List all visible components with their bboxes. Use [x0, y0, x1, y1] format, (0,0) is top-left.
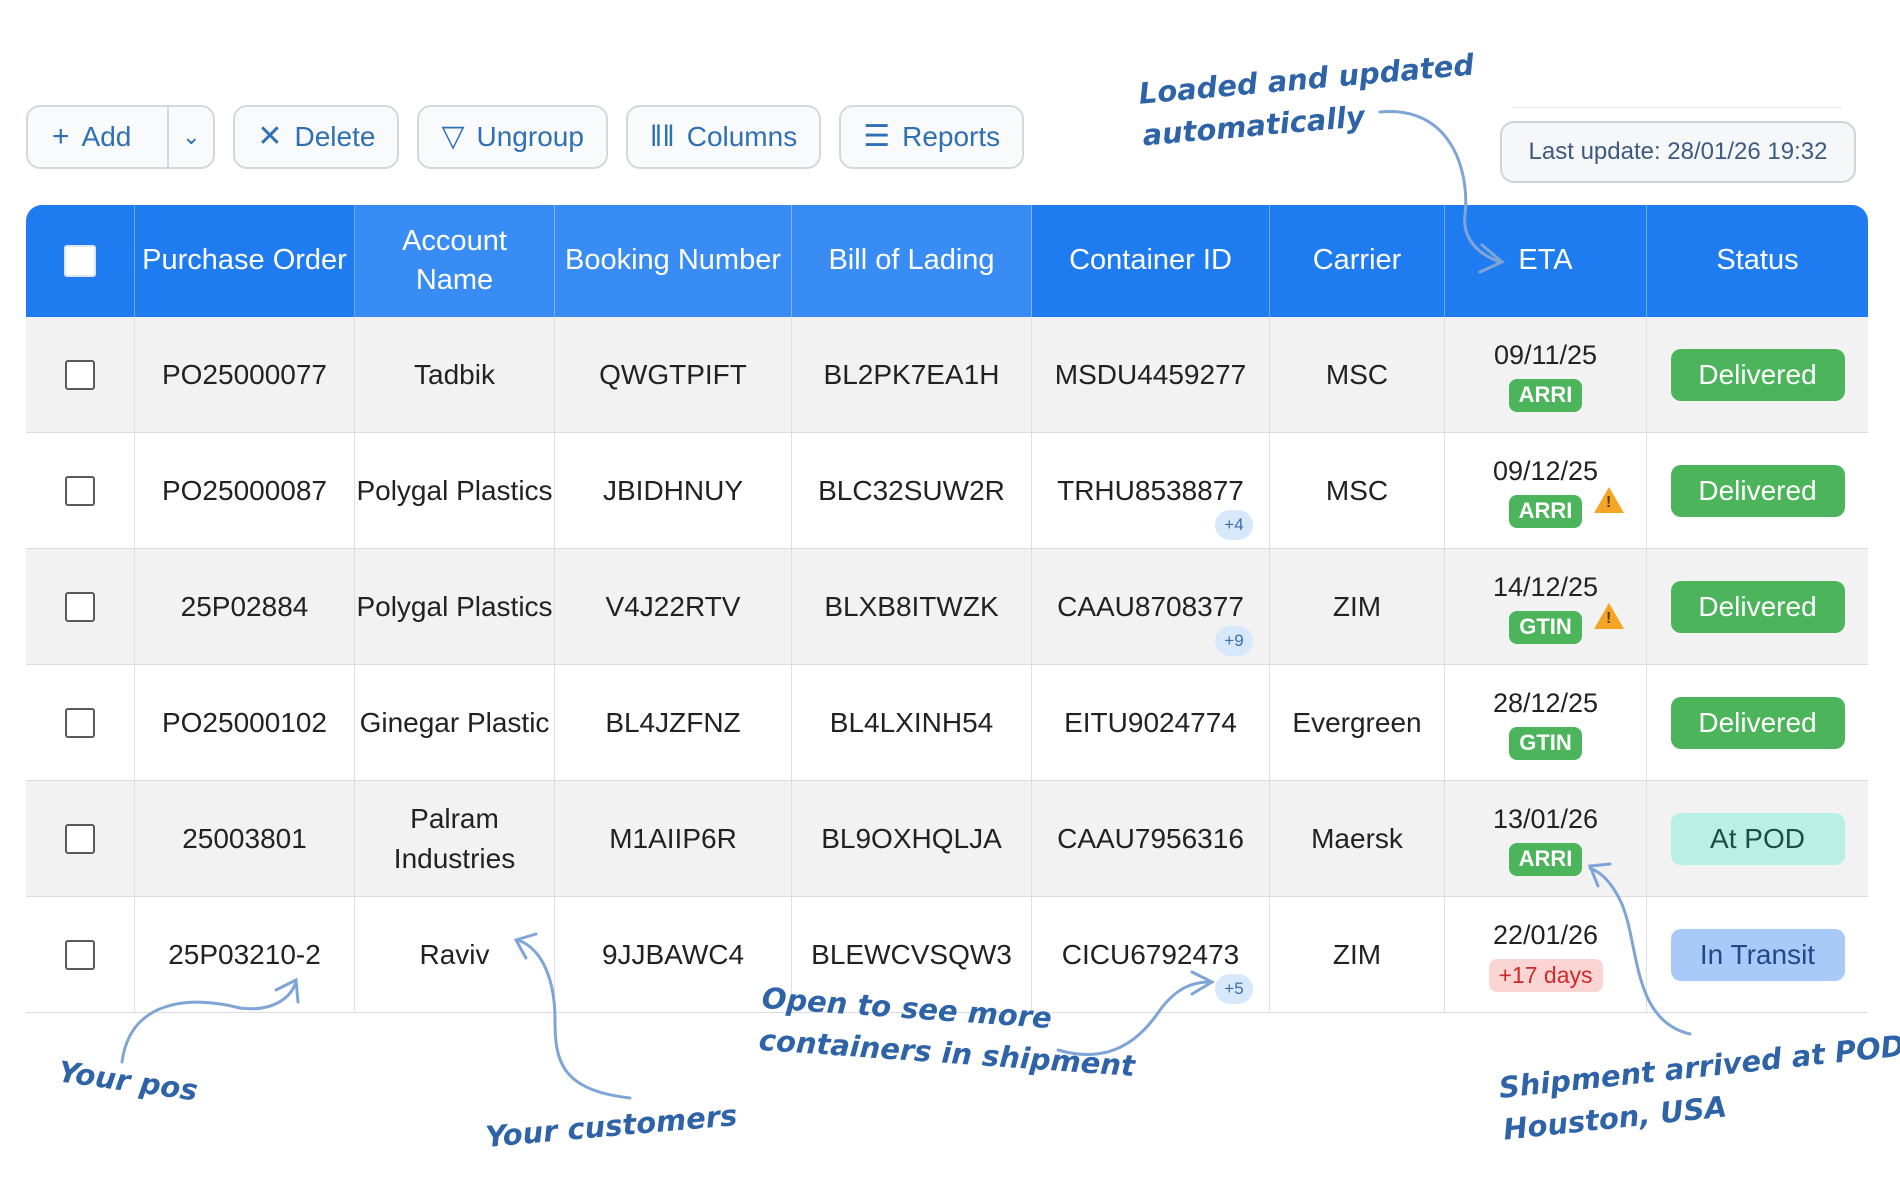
annotation-arrows [120, 110, 1692, 1100]
arrow-to-arri [1588, 866, 1692, 1036]
arrow-to-customer [516, 938, 632, 1100]
arrow-head [513, 932, 538, 960]
arrow-to-eta [1378, 110, 1502, 264]
arrow-to-more [1056, 980, 1212, 1056]
arrow-to-po [120, 980, 298, 1064]
